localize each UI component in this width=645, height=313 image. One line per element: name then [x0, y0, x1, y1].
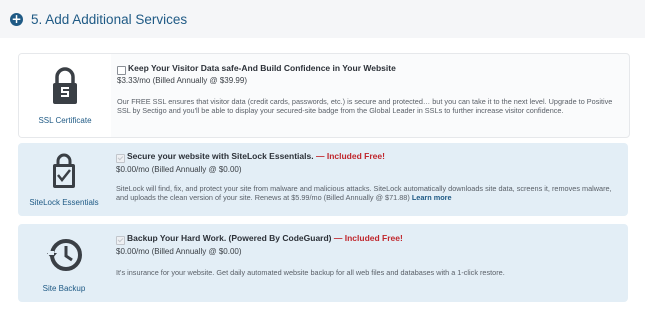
- service-card-ssl: SSL Certificate Keep Your Visitor Data s…: [18, 53, 630, 138]
- sitelock-check-icon: [53, 153, 75, 188]
- service-title-text: Secure your website with SiteLock Essent…: [127, 151, 314, 161]
- service-title: Secure your website with SiteLock Essent…: [127, 151, 385, 161]
- service-sidebar: Site Backup: [18, 224, 110, 302]
- service-price: $0.00/mo (Billed Annually @ $0.00): [116, 165, 242, 174]
- section-title: 5. Add Additional Services: [31, 12, 188, 27]
- included-free-label: — Included Free!: [315, 151, 385, 161]
- service-description: SiteLock will find, fix, and protect you…: [116, 184, 616, 203]
- service-name: Site Backup: [42, 284, 86, 293]
- service-checkbox[interactable]: [117, 66, 126, 75]
- service-name: SiteLock Essentials: [29, 198, 99, 207]
- service-title-text: Backup Your Hard Work. (Powered By CodeG…: [127, 233, 332, 243]
- included-free-label: — Included Free!: [333, 233, 403, 243]
- service-body: Backup Your Hard Work. (Powered By CodeG…: [116, 224, 620, 302]
- service-description: Our FREE SSL ensures that visitor data (…: [117, 97, 617, 116]
- service-price: $3.33/mo (Billed Annually @ $39.99): [117, 76, 247, 85]
- service-description-text: Our FREE SSL ensures that visitor data (…: [117, 97, 613, 116]
- section-header: + 5. Add Additional Services: [0, 0, 645, 38]
- backup-history-icon: [47, 239, 82, 271]
- padlock-ssl-icon: [53, 67, 77, 104]
- service-description-text: It's insurance for your website. Get dai…: [116, 268, 505, 277]
- service-card-backup: Site Backup Backup Your Hard Work. (Powe…: [18, 224, 628, 302]
- service-description: It's insurance for your website. Get dai…: [116, 268, 616, 277]
- service-body: Keep Your Visitor Data safe-And Build Co…: [117, 54, 621, 137]
- service-title: Keep Your Visitor Data safe-And Build Co…: [128, 63, 396, 73]
- service-sidebar: SiteLock Essentials: [18, 143, 110, 216]
- service-checkbox[interactable]: [116, 154, 125, 163]
- service-card-sitelock: SiteLock Essentials Secure your website …: [18, 143, 628, 216]
- service-body: Secure your website with SiteLock Essent…: [116, 143, 620, 216]
- learn-more-link[interactable]: Learn more: [412, 193, 452, 202]
- service-price: $0.00/mo (Billed Annually @ $0.00): [116, 247, 242, 256]
- service-title-text: Keep Your Visitor Data safe-And Build Co…: [128, 63, 396, 73]
- service-checkbox[interactable]: [116, 236, 125, 245]
- services-panel: SSL Certificate Keep Your Visitor Data s…: [0, 38, 645, 313]
- service-description-text: SiteLock will find, fix, and protect you…: [116, 184, 612, 203]
- service-name: SSL Certificate: [38, 116, 92, 125]
- service-sidebar: SSL Certificate: [19, 54, 111, 137]
- plus-circle-icon[interactable]: +: [10, 13, 23, 26]
- service-title: Backup Your Hard Work. (Powered By CodeG…: [127, 233, 403, 243]
